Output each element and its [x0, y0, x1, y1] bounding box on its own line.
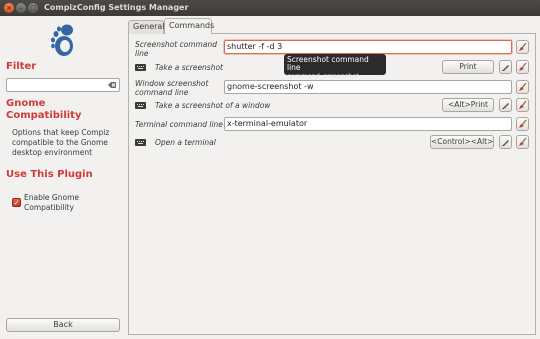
- back-button[interactable]: Back: [6, 318, 120, 332]
- terminal-command-input[interactable]: x-terminal-emulator: [224, 117, 512, 131]
- filter-heading: Filter: [6, 61, 37, 72]
- take-screenshot-key-button[interactable]: Print: [442, 60, 494, 74]
- take-screenshot-edit-button[interactable]: [499, 60, 512, 74]
- enable-plugin-checkbox[interactable]: ✓: [12, 198, 21, 207]
- window-minimize-button[interactable]: –: [16, 3, 26, 13]
- broom-reset-icon: [519, 82, 527, 91]
- take-screenshot-reset-button[interactable]: [516, 60, 529, 74]
- broom-reset-icon: [519, 119, 527, 128]
- tab-commands[interactable]: Commands: [164, 18, 214, 34]
- take-window-screenshot-key-button[interactable]: <Alt>Print: [442, 98, 494, 112]
- tab-general[interactable]: General: [128, 20, 165, 34]
- take-screenshot-label: Take a screenshot: [155, 63, 223, 72]
- broom-reset-icon: [519, 100, 527, 109]
- terminal-command-label: Terminal command line: [135, 120, 223, 129]
- filter-input[interactable]: [6, 78, 120, 92]
- window-screenshot-command-input[interactable]: gnome-screenshot -w: [224, 80, 512, 94]
- keyboard-icon: [135, 139, 146, 146]
- window-maximize-button[interactable]: □: [28, 3, 38, 13]
- keyboard-icon: [135, 102, 146, 109]
- take-window-screenshot-label: Take a screenshot of a window: [155, 101, 271, 110]
- open-terminal-label: Open a terminal: [155, 138, 216, 147]
- window-screenshot-command-reset-button[interactable]: [516, 80, 529, 94]
- window-screenshot-command-label: Window screenshot command line: [135, 79, 209, 97]
- take-window-screenshot-edit-button[interactable]: [499, 98, 512, 112]
- broom-reset-icon: [519, 137, 527, 146]
- broom-reset-icon: [519, 42, 527, 51]
- open-terminal-key-button[interactable]: <Control><Alt>t: [430, 135, 494, 149]
- window-close-button[interactable]: ×: [4, 3, 14, 13]
- window-title: CompizConfig Settings Manager: [44, 3, 189, 12]
- pencil-edit-icon: [502, 103, 509, 109]
- title-bar: × – □ CompizConfig Settings Manager: [0, 0, 540, 16]
- gnome-foot-icon: [51, 24, 73, 56]
- sidebar: Filter Gnome Compatibility Options that …: [0, 16, 126, 339]
- open-terminal-reset-button[interactable]: [516, 135, 529, 149]
- screenshot-command-input[interactable]: shutter -f -d 3: [224, 40, 512, 54]
- keyboard-icon: [135, 64, 146, 71]
- broom-reset-icon: [519, 62, 527, 71]
- pencil-edit-icon: [502, 65, 509, 71]
- tooltip-subtitle: command_screenshot: [287, 72, 359, 80]
- take-window-screenshot-reset-button[interactable]: [516, 98, 529, 112]
- screenshot-command-reset-button[interactable]: [516, 40, 529, 54]
- use-plugin-heading: Use This Plugin: [6, 169, 93, 180]
- terminal-command-reset-button[interactable]: [516, 117, 529, 131]
- pencil-edit-icon: [502, 140, 509, 146]
- open-terminal-edit-button[interactable]: [499, 135, 512, 149]
- plugin-description: Options that keep Compiz compatible to t…: [12, 128, 110, 157]
- tooltip-title: Screenshot command line: [287, 55, 369, 72]
- clear-icon[interactable]: [107, 80, 117, 90]
- plugin-name-heading: Gnome Compatibility: [6, 98, 82, 121]
- tooltip: Screenshot command line command_screensh…: [284, 54, 386, 80]
- screenshot-command-label: Screenshot command line: [135, 40, 217, 58]
- enable-plugin-label: Enable Gnome Compatibility: [24, 193, 80, 212]
